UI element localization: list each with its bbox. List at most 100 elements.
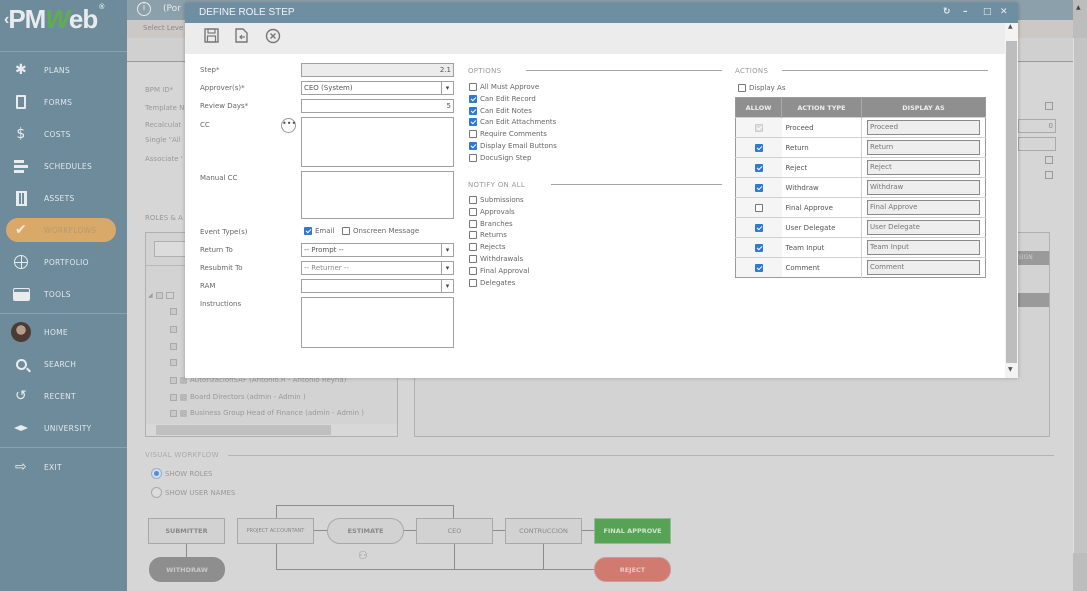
allow-checkbox[interactable]: [754, 163, 763, 172]
notify-withdrawals-checkbox[interactable]: Withdrawals: [469, 255, 523, 263]
notify-rejects-checkbox[interactable]: Rejects: [469, 243, 505, 252]
checkbox-box[interactable]: [469, 231, 477, 240]
checkbox-box[interactable]: [469, 118, 477, 127]
tree-row[interactable]: [170, 343, 177, 350]
show-roles-radio[interactable]: SHOW ROLES: [151, 468, 213, 479]
ram-select[interactable]: [301, 279, 454, 293]
save-button[interactable]: [202, 28, 220, 46]
resubmit-to-select[interactable]: -- Returner --: [301, 261, 454, 275]
approvers-select[interactable]: CEO (System): [301, 81, 454, 95]
sidebar-item-plans[interactable]: ✱ PLANS: [6, 58, 116, 82]
show-user-names-radio[interactable]: SHOW USER NAMES: [151, 487, 235, 498]
allow-checkbox[interactable]: [754, 143, 763, 152]
checkbox-box[interactable]: [469, 243, 477, 252]
workflow-node-ceo[interactable]: CEO: [416, 518, 493, 544]
option-can-edit-record-checkbox[interactable]: Can Edit Record: [469, 94, 536, 103]
maximize-icon[interactable]: □: [983, 7, 992, 17]
option-display-email-buttons-checkbox[interactable]: Display Email Buttons: [469, 142, 557, 150]
workflow-node-reject[interactable]: REJECT: [594, 557, 671, 582]
display-as-input[interactable]: Reject: [867, 160, 980, 175]
sidebar-item-forms[interactable]: FORMS: [6, 90, 116, 114]
checkbox-box[interactable]: [469, 83, 477, 91]
workflow-node-contruccion[interactable]: CONTRUCCION: [505, 518, 582, 544]
sidebar-item-assets[interactable]: ASSETS: [6, 186, 116, 210]
checkbox-box[interactable]: [469, 278, 477, 287]
sidebar-item-university[interactable]: UNIVERSITY: [6, 416, 116, 440]
onscreen-message-checkbox[interactable]: Onscreen Message: [342, 227, 419, 235]
info-icon[interactable]: i: [137, 2, 151, 16]
checkbox-box[interactable]: [469, 219, 477, 228]
checkbox-box[interactable]: [469, 106, 477, 115]
display-as-input[interactable]: Final Approve: [867, 200, 980, 215]
checkbox-box[interactable]: [469, 94, 477, 103]
background-checkbox[interactable]: [1045, 156, 1053, 164]
tree-row[interactable]: [170, 326, 177, 333]
tree-row[interactable]: [170, 359, 177, 366]
workflow-node-estimate[interactable]: ESTIMATE: [327, 518, 404, 544]
tree-row[interactable]: [170, 308, 177, 315]
tree-root[interactable]: ◢: [148, 292, 174, 299]
display-as-input[interactable]: Return: [867, 140, 980, 155]
cc-textarea[interactable]: [301, 117, 454, 167]
option-can-edit-attachments-checkbox[interactable]: Can Edit Attachments: [469, 118, 556, 127]
background-checkbox[interactable]: [1045, 171, 1053, 179]
allow-cell[interactable]: [735, 117, 782, 138]
background-number-field[interactable]: 0: [1018, 119, 1056, 133]
allow-cell[interactable]: [735, 237, 782, 258]
sidebar-item-portfolio[interactable]: PORTFOLIO: [6, 250, 116, 274]
allow-checkbox[interactable]: [754, 203, 763, 212]
close-icon[interactable]: ✕: [1000, 7, 1008, 17]
display-as-checkbox[interactable]: Display As: [738, 84, 785, 92]
allow-cell[interactable]: [735, 217, 782, 238]
sidebar-item-schedules[interactable]: SCHEDULES: [6, 154, 116, 178]
allow-checkbox[interactable]: [754, 243, 763, 252]
checkbox-box[interactable]: [469, 255, 477, 263]
notify-delegates-checkbox[interactable]: Delegates: [469, 278, 515, 287]
page-vertical-scrollbar[interactable]: ▲: [1073, 0, 1087, 591]
workflow-node-project-accountant[interactable]: PROJECT ACCOUNTANT: [237, 518, 314, 544]
sidebar-item-recent[interactable]: ↺ RECENT: [6, 384, 116, 408]
allow-cell[interactable]: [735, 257, 782, 278]
sidebar-item-tools[interactable]: TOOLS: [6, 282, 116, 306]
allow-cell[interactable]: [735, 197, 782, 218]
cc-picker-button[interactable]: •••: [281, 118, 296, 133]
option-all-must-approve-checkbox[interactable]: All Must Approve: [469, 83, 539, 91]
allow-cell[interactable]: [735, 177, 782, 198]
checkbox-box[interactable]: [469, 196, 477, 204]
display-as-input[interactable]: Withdraw: [867, 180, 980, 195]
workflow-node-final-approve[interactable]: FINAL APPROVE: [594, 518, 671, 544]
option-docusign-step-checkbox[interactable]: DocuSign Step: [469, 153, 531, 162]
checkbox-box[interactable]: [469, 153, 477, 162]
display-as-input[interactable]: User Delegate: [867, 220, 980, 235]
sidebar-item-workflows[interactable]: ✔ WORKFLOWS: [6, 218, 116, 242]
minimize-icon[interactable]: –: [963, 7, 968, 17]
allow-checkbox[interactable]: [754, 223, 763, 232]
tree-row[interactable]: Board Directors (admin - Admin ): [170, 393, 306, 401]
allow-cell[interactable]: [735, 137, 782, 158]
cancel-button[interactable]: [264, 28, 282, 46]
allow-cell[interactable]: [735, 157, 782, 178]
return-to-select[interactable]: -- Prompt --: [301, 243, 454, 257]
notify-final-approval-checkbox[interactable]: Final Approval: [469, 266, 529, 275]
sidebar-item-costs[interactable]: $ COSTS: [6, 122, 116, 146]
notify-branches-checkbox[interactable]: Branches: [469, 219, 513, 228]
checkbox-box[interactable]: [469, 142, 477, 150]
refresh-icon[interactable]: ↻: [943, 7, 951, 17]
notify-submissions-checkbox[interactable]: Submissions: [469, 196, 524, 204]
notify-returns-checkbox[interactable]: Returns: [469, 231, 507, 240]
option-can-edit-notes-checkbox[interactable]: Can Edit Notes: [469, 106, 532, 115]
tree-row[interactable]: Business Group Head of Finance (admin - …: [170, 409, 364, 417]
option-require-comments-checkbox[interactable]: Require Comments: [469, 130, 547, 139]
horizontal-scrollbar[interactable]: [146, 424, 397, 436]
allow-checkbox[interactable]: [754, 263, 763, 272]
review-days-input[interactable]: 5: [301, 99, 454, 113]
manual-cc-textarea[interactable]: [301, 171, 454, 219]
sidebar-item-home[interactable]: HOME: [6, 320, 116, 344]
background-dropdown[interactable]: [1018, 137, 1056, 151]
instructions-textarea[interactable]: [301, 297, 454, 348]
workflow-node-withdraw[interactable]: WITHDRAW: [149, 557, 225, 582]
background-checkbox[interactable]: [1045, 102, 1053, 110]
sidebar-item-search[interactable]: SEARCH: [6, 352, 116, 376]
checkbox-box[interactable]: [469, 130, 477, 139]
workflow-node-submitter[interactable]: SUBMITTER: [148, 518, 225, 544]
